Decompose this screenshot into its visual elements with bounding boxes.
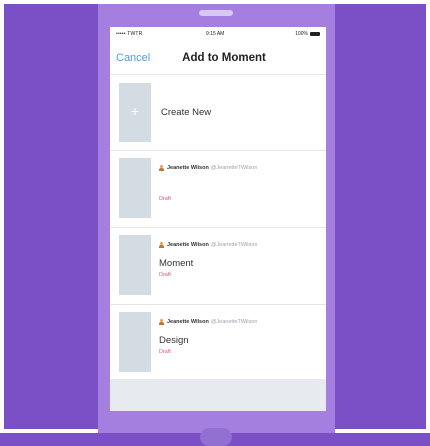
battery-percent: 100%	[295, 31, 308, 37]
moment-title: Moment	[159, 258, 194, 269]
phone-device: ••••• TWTR 9:15 AM 100% Cancel Add to Mo…	[98, 4, 335, 446]
moment-thumbnail	[119, 235, 151, 295]
frame-border-right	[426, 0, 430, 433]
author-handle: @JeanetteTWilson	[210, 165, 258, 171]
avatar-icon	[159, 165, 164, 171]
author-name: Jeanette Wilson	[167, 319, 209, 325]
moment-thumbnail	[119, 312, 151, 372]
frame-border-left	[0, 0, 4, 433]
plus-icon: +	[130, 103, 140, 119]
battery-status: 100%	[295, 31, 320, 37]
draft-status: Draft	[159, 349, 171, 355]
carrier-label: ••••• TWTR	[116, 31, 143, 37]
moment-list-item[interactable]: Jeanette Wilson @JeanetteTWilson Moment …	[110, 228, 326, 305]
draft-status: Draft	[159, 272, 171, 278]
author-handle: @JeanetteTWilson	[210, 242, 258, 248]
battery-icon	[310, 32, 320, 36]
moment-thumbnail	[119, 158, 151, 218]
author-name: Jeanette Wilson	[167, 242, 209, 248]
avatar-icon	[159, 242, 164, 248]
moment-author: Jeanette Wilson @JeanetteTWilson	[159, 165, 257, 171]
status-bar: ••••• TWTR 9:15 AM 100%	[110, 27, 326, 40]
moment-list-item[interactable]: Jeanette Wilson @JeanetteTWilson Design …	[110, 305, 326, 382]
empty-list-area	[110, 379, 326, 411]
cancel-button[interactable]: Cancel	[116, 52, 150, 64]
author-handle: @JeanetteTWilson	[210, 319, 258, 325]
create-new-thumbnail: +	[119, 83, 151, 142]
page-title: Add to Moment	[182, 52, 266, 64]
create-new-label: Create New	[161, 107, 212, 118]
phone-speaker	[199, 10, 233, 16]
phone-screen: ••••• TWTR 9:15 AM 100% Cancel Add to Mo…	[110, 27, 326, 411]
create-new-row[interactable]: + Create New	[110, 75, 326, 151]
draft-status: Draft	[159, 196, 171, 202]
home-button[interactable]	[200, 428, 232, 446]
moment-title: Design	[159, 335, 189, 346]
nav-bar: Cancel Add to Moment	[110, 40, 326, 75]
moment-list-item[interactable]: Jeanette Wilson @JeanetteTWilson Draft	[110, 151, 326, 228]
moment-author: Jeanette Wilson @JeanetteTWilson	[159, 242, 257, 248]
author-name: Jeanette Wilson	[167, 165, 209, 171]
avatar-icon	[159, 319, 164, 325]
moment-author: Jeanette Wilson @JeanetteTWilson	[159, 319, 257, 325]
status-time: 9:15 AM	[206, 31, 225, 37]
